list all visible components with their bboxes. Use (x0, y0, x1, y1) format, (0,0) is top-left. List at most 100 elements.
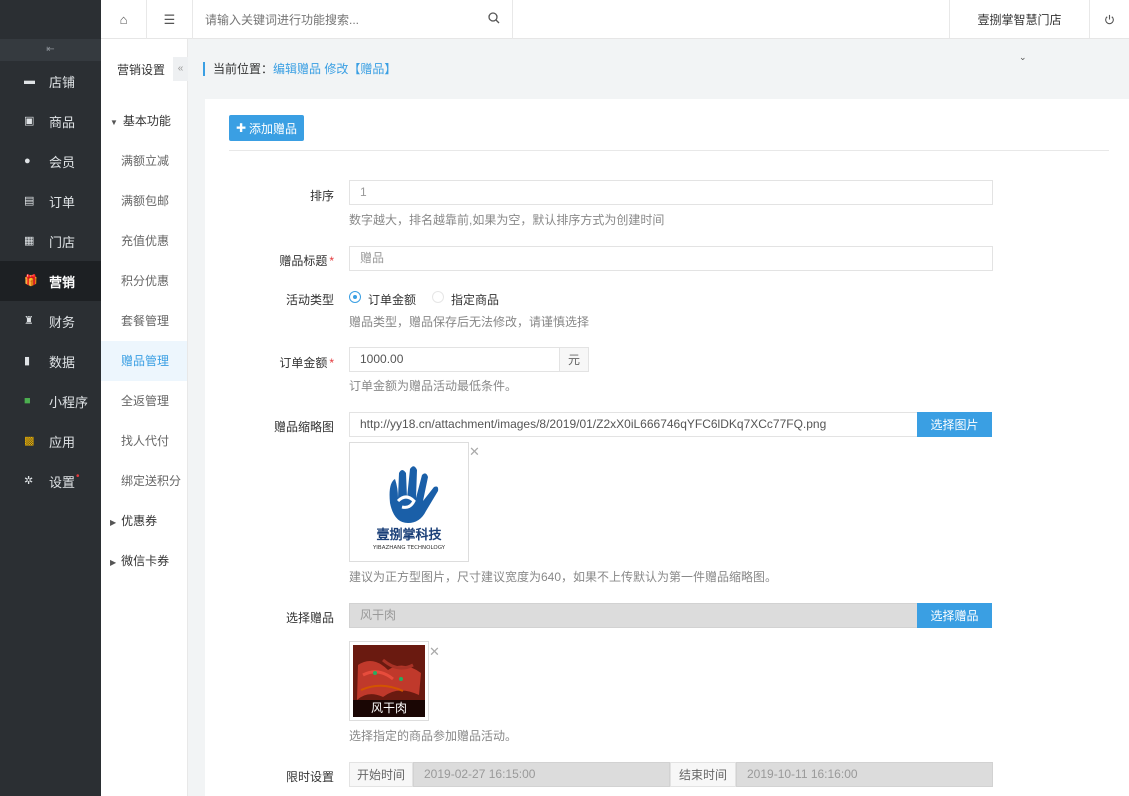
radio-order-amount[interactable] (349, 291, 361, 303)
gift-caption: 风干肉 (353, 700, 425, 717)
subnav-link[interactable]: 满额立减 (101, 141, 187, 181)
company-logo: 壹捌掌科技 YIBAZHANG TECHNOLOGY (372, 466, 446, 551)
breadcrumb: 当前位置：编辑赠品 修改【赠品】 (203, 62, 396, 76)
divider (229, 150, 1109, 151)
menu-icon[interactable]: ☰ (147, 0, 193, 39)
sidebar-toggle-icon[interactable]: ⇤ (0, 39, 101, 61)
start-time-input[interactable]: 2019-02-27 16:15:00 (413, 762, 670, 787)
collapse-icon[interactable]: « (173, 57, 188, 81)
plus-icon: ✚ (235, 121, 247, 135)
amount-label: 订单金额 * (228, 354, 334, 371)
triangle-right-icon: ▶ (110, 558, 117, 567)
add-gift-button[interactable]: ✚ 添加赠品 (229, 115, 304, 141)
sidebar-item[interactable]: ▮ 数据 (0, 341, 101, 381)
subnav-link[interactable]: 积分优惠 (101, 261, 187, 301)
top-bar: ⌂ ☰ 壹捌掌智慧门店 (101, 0, 1129, 39)
radio-specified-goods[interactable] (432, 291, 444, 303)
end-time-input[interactable]: 2019-10-11 16:16:00 (736, 762, 993, 787)
subnav-link[interactable]: 全返管理 (101, 381, 187, 421)
sidebar-item-label: 店铺 (49, 74, 76, 90)
thumb-label: 赠品缩略图 (273, 420, 334, 434)
logo-text: 壹捌掌科技 (376, 527, 442, 543)
add-gift-label: 添加赠品 (249, 121, 298, 136)
sidebar-item-label: 会员 (49, 154, 76, 170)
sub-sidebar: 营销设置 « ▼ 基本功能 满额立减 满额包邮 充值优惠 积分优惠 套餐管理 赠品管理 全返管… (101, 39, 188, 796)
title-label: 赠品标题 * (228, 252, 334, 269)
store-name[interactable]: 壹捌掌智慧门店 (949, 0, 1089, 38)
sidebar-item-label: 商品 (49, 114, 76, 130)
subnav-group-basic[interactable]: ▼ 基本功能 (101, 101, 187, 141)
amount-help: 订单金额为赠品活动最低条件。 (349, 379, 518, 393)
choose-image-button[interactable]: 选择图片 (917, 412, 992, 437)
logo-area (0, 0, 101, 39)
sidebar-item[interactable]: ● 会员 (0, 141, 101, 181)
amount-label-text: 订单金额 (279, 356, 328, 370)
subnav-group-wxcard[interactable]: ▶ 微信卡券 (101, 541, 187, 581)
required-mark: * (329, 356, 334, 370)
sidebar-item[interactable]: ▦ 门店 (0, 221, 101, 261)
notification-dot: • (76, 470, 80, 482)
chart-icon: ▮ (24, 355, 31, 367)
sidebar-item[interactable]: 🎁 营销 (0, 261, 101, 301)
group-wxcard-label: 微信卡券 (121, 554, 170, 568)
triangle-down-icon: ▼ (110, 118, 118, 127)
subnav-link[interactable]: 找人代付 (101, 421, 187, 461)
time-label: 限时设置 (285, 770, 334, 784)
thumb-preview: 壹捌掌科技 YIBAZHANG TECHNOLOGY (349, 442, 469, 562)
breadcrumb-link[interactable]: 编辑赠品 修改【赠品】 (273, 62, 396, 76)
miniapp-icon: ■ (24, 395, 31, 407)
subnav-link[interactable]: 充值优惠 (101, 221, 187, 261)
power-icon[interactable] (1089, 0, 1129, 38)
subnav-title: 营销设置 « (101, 39, 188, 101)
option-order-amount[interactable]: 订单金额 (368, 291, 416, 308)
home-icon[interactable]: ⌂ (101, 0, 147, 39)
amount-input[interactable]: 1000.00 (349, 347, 560, 372)
start-time-label: 开始时间 (349, 762, 413, 787)
close-icon[interactable]: ✕ (429, 644, 440, 660)
thumb-url-input[interactable]: http://yy18.cn/attachment/images/8/2019/… (349, 412, 918, 437)
option-specified-goods[interactable]: 指定商品 (451, 291, 499, 308)
sort-help: 数字越大，排名越靠前,如果为空，默认排序方式为创建时间 (349, 213, 665, 227)
sidebar-item[interactable]: ▬ 店铺 (0, 61, 101, 101)
type-label: 活动类型 (285, 293, 334, 307)
sidebar-item-label: 门店 (49, 234, 76, 250)
apps-icon: ▩ (24, 435, 35, 447)
sidebar-item[interactable]: ✲ 设置 • (0, 461, 101, 501)
search-input[interactable] (205, 12, 475, 27)
gift-help: 选择指定的商品参加赠品活动。 (349, 729, 518, 743)
subnav-link[interactable]: 套餐管理 (101, 301, 187, 341)
sidebar-item[interactable]: ▤ 订单 (0, 181, 101, 221)
type-help: 赠品类型，赠品保存后无法修改，请谨慎选择 (349, 315, 590, 329)
sidebar-item[interactable]: ▣ 商品 (0, 101, 101, 141)
title-input[interactable]: 赠品 (349, 246, 993, 271)
choose-gift-button[interactable]: 选择赠品 (917, 603, 992, 628)
title-label-text: 赠品标题 (279, 254, 328, 268)
sidebar-item[interactable]: ■ 小程序 (0, 381, 101, 421)
group-basic-label: 基本功能 (122, 114, 171, 128)
search-icon[interactable] (488, 12, 500, 27)
sidebar-item-label: 设置 (49, 474, 76, 490)
subnav-title-text: 营销设置 (117, 63, 166, 77)
sidebar-item[interactable]: ▩ 应用 (0, 421, 101, 461)
subnav-group-coupon[interactable]: ▶ 优惠券 (101, 501, 187, 541)
sort-input[interactable]: 1 (349, 180, 993, 205)
chevron-down-icon[interactable]: ⌄ (1019, 52, 1027, 63)
close-icon[interactable]: ✕ (469, 444, 480, 460)
subnav-link[interactable]: 绑定送积分 (101, 461, 187, 501)
store-icon: ▬ (24, 75, 35, 87)
amount-unit: 元 (559, 347, 589, 372)
sort-label: 排序 (309, 189, 334, 203)
sidebar-item[interactable]: ♜ 财务 (0, 301, 101, 341)
sidebar-item-label: 订单 (49, 194, 76, 210)
group-coupon-label: 优惠券 (121, 514, 158, 528)
finance-icon: ♜ (24, 315, 34, 327)
goods-icon: ▣ (24, 115, 35, 127)
gift-label: 选择赠品 (285, 611, 334, 625)
sidebar-item-label: 营销 (49, 274, 76, 290)
shop-icon: ▦ (24, 235, 35, 247)
search-box (193, 0, 513, 39)
subnav-link[interactable]: 赠品管理 (101, 341, 187, 381)
gift-preview: 风干肉 (349, 641, 429, 721)
sidebar-item-label: 数据 (49, 354, 76, 370)
subnav-link[interactable]: 满额包邮 (101, 181, 187, 221)
